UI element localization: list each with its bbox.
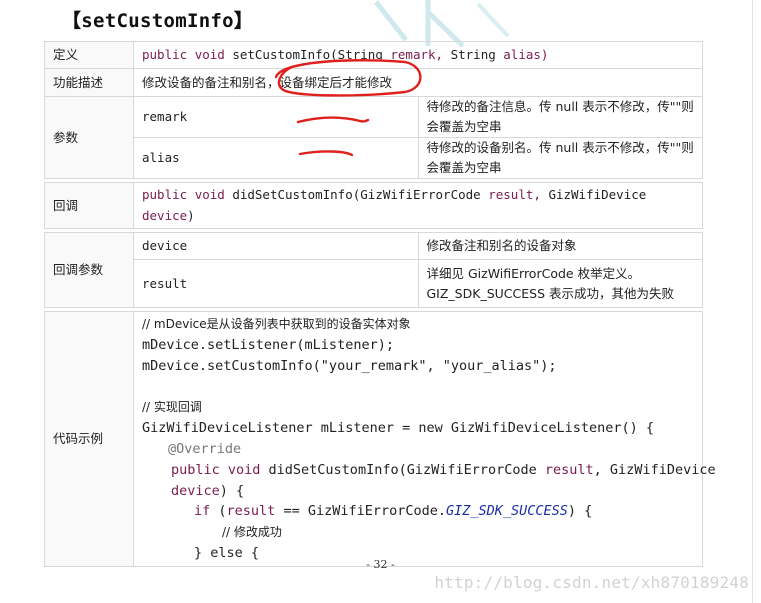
callback-type-device: GizWifiDevice (548, 187, 647, 202)
callback-close-paren: ) (187, 207, 195, 223)
description-text: 修改设备的备注和别名，设备绑定后才能修改 (133, 68, 703, 97)
row-label-example: 代码示例 (44, 311, 134, 567)
row-callback: 回调 public void didSetCustomInfo(GizWifiE… (44, 182, 703, 229)
kw-public: public (142, 47, 188, 62)
param-name: alias (133, 137, 419, 179)
row-label-definition: 定义 (44, 41, 134, 69)
api-table: 定义 public void setCustomInfo(String rema… (44, 41, 716, 567)
code-annotation: @Override (168, 441, 242, 457)
definition-signature: public void setCustomInfo(String remark,… (133, 41, 703, 69)
callback-param-device: device (142, 207, 188, 223)
code-keyword: public void (171, 461, 261, 478)
row-label-callback: 回调 (44, 182, 134, 229)
row-example: 代码示例 // mDevice是从设备列表中获取到的设备实体对象 mDevice… (44, 311, 716, 567)
code-text: == GizWifiErrorCode. (275, 503, 446, 520)
code-constant: GIZ_SDK_SUCCESS (446, 503, 568, 520)
blog-watermark: http://blog.csdn.net/xh870189248 (434, 573, 749, 592)
code-line: mDevice.setCustomInfo("your_remark", "yo… (142, 357, 557, 374)
code-line: // 修改成功 (142, 522, 694, 543)
page-number: - 32 - (366, 558, 395, 571)
cb-param-desc: 修改备注和别名的设备对象 (417, 232, 703, 260)
cb-param-name: device (133, 232, 419, 260)
row-cb-result: result 详细见 GizWifiErrorCode 枚举定义。GIZ_SDK… (45, 259, 703, 308)
code-text: ) { (219, 482, 245, 499)
code-line: mDevice.setListener(mListener); (142, 337, 394, 354)
code-comment: // mDevice是从设备列表中获取到的设备实体对象 (142, 317, 411, 332)
code-comment: // 修改成功 (222, 525, 282, 540)
row-cb-device: 回调参数 device 修改备注和别名的设备对象 (44, 232, 703, 308)
cb-param-name: result (133, 259, 419, 308)
callback-method-name: didSetCustomInfo(GizWifiErrorCode (232, 187, 481, 202)
cb-param-desc: 详细见 GizWifiErrorCode 枚举定义。GIZ_SDK_SUCCES… (417, 259, 703, 308)
code-comment: // 实现回调 (142, 400, 202, 415)
code-param: device (171, 482, 220, 499)
row-definition: 定义 public void setCustomInfo(String rema… (44, 41, 703, 69)
code-text: ( (210, 503, 227, 520)
row-param-remark: 参数 remark 待修改的备注信息。传 null 表示不修改，传""则会覆盖为… (44, 96, 703, 179)
param-desc: 待修改的设备别名。传 null 表示不修改，传""则会覆盖为空串 (417, 137, 703, 179)
type-string: String (450, 47, 496, 62)
row-label-callback-params: 回调参数 (44, 232, 134, 308)
code-line: // 实现回调 (142, 397, 694, 418)
page-edge-rule (752, 0, 753, 603)
row-label-params: 参数 (44, 96, 134, 179)
code-keyword: if (194, 503, 211, 520)
code-text: , GizWifiDevice (593, 461, 716, 478)
kw-void: void (194, 47, 225, 62)
code-line: if (result == GizWifiErrorCode.GIZ_SDK_S… (142, 501, 694, 522)
row-description: 功能描述 修改设备的备注和别名，设备绑定后才能修改 (44, 68, 703, 97)
code-line: @Override (142, 439, 694, 460)
code-line: GizWifiDeviceListener mListener = new Gi… (142, 420, 655, 437)
callback-signature: public void didSetCustomInfo(GizWifiErro… (133, 182, 703, 229)
code-example: // mDevice是从设备列表中获取到的设备实体对象 mDevice.setL… (133, 311, 716, 567)
kw-public: public (142, 187, 188, 202)
code-line: // mDevice是从设备列表中获取到的设备实体对象 (142, 314, 694, 335)
param-name: remark (133, 96, 419, 138)
row-label-description: 功能描述 (44, 68, 134, 97)
param-desc: 待修改的备注信息。传 null 表示不修改，传""则会覆盖为空串 (417, 96, 703, 138)
code-line: device) { (142, 481, 694, 502)
code-text: didSetCustomInfo(GizWifiErrorCode (260, 461, 545, 478)
method-name: setCustomInfo(String (232, 47, 383, 62)
code-param: result (226, 503, 276, 520)
callback-param-result: result, (488, 187, 541, 202)
kw-void: void (194, 187, 225, 202)
section-title: 【setCustomInfo】 (62, 10, 254, 32)
param-remark: remark, (390, 47, 444, 62)
row-param-alias: alias 待修改的设备别名。传 null 表示不修改，传""则会覆盖为空串 (45, 137, 703, 179)
code-param: result (544, 461, 594, 478)
code-line: public void didSetCustomInfo(GizWifiErro… (142, 460, 716, 481)
code-text: ) { (567, 503, 593, 520)
param-alias: alias) (503, 47, 549, 62)
